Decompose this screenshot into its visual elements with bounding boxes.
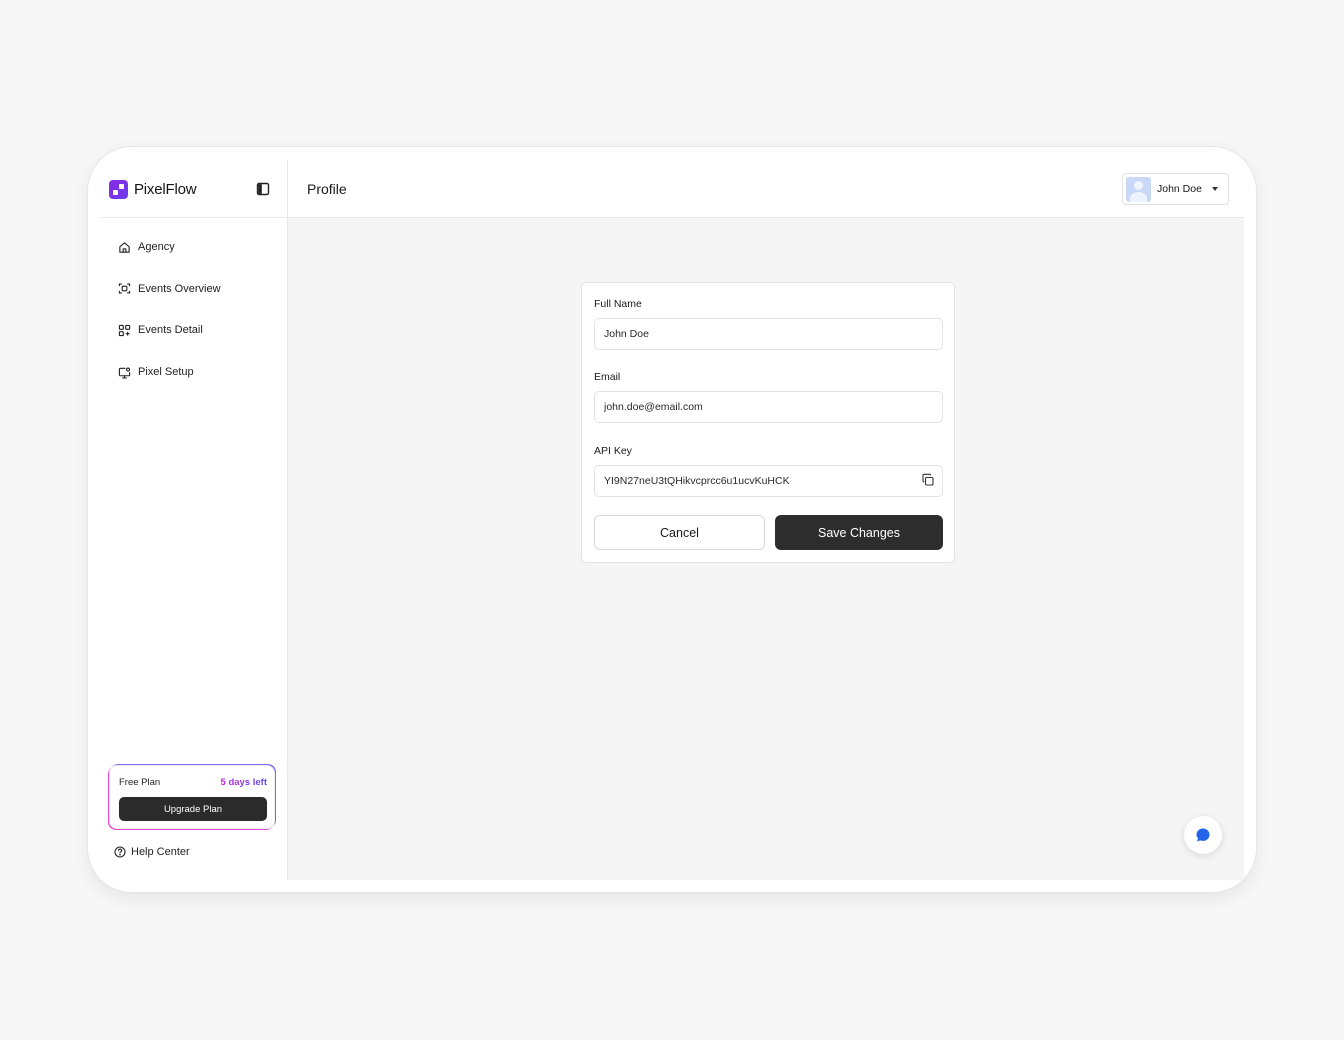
user-menu-dropdown[interactable]: John Doe (1122, 173, 1229, 205)
copy-api-key-button[interactable] (921, 473, 935, 487)
help-center-label: Help Center (131, 846, 190, 858)
grid-icon (118, 324, 131, 337)
sidebar: PixelFlow Agency Events Overview Events … (100, 160, 288, 880)
sidebar-nav: Agency Events Overview Events Detail Pix… (100, 232, 288, 399)
sidebar-item-pixel-setup[interactable]: Pixel Setup (100, 357, 288, 387)
chevron-down-icon (1211, 187, 1218, 191)
sidebar-item-label: Events Overview (138, 282, 221, 295)
sidebar-item-events-detail[interactable]: Events Detail (100, 315, 288, 345)
sidebar-item-label: Pixel Setup (138, 366, 194, 379)
chat-bubble-icon (1196, 828, 1210, 842)
plan-days-left: 5 days left (220, 777, 267, 788)
brand-name: PixelFlow (134, 181, 197, 198)
top-header: Profile John Doe (288, 160, 1244, 218)
monitor-settings-icon (118, 367, 131, 379)
avatar (1126, 176, 1151, 202)
email-label: Email (594, 371, 621, 383)
api-key-input[interactable] (594, 465, 943, 497)
brand[interactable]: PixelFlow (109, 180, 197, 199)
save-changes-button[interactable]: Save Changes (775, 515, 943, 550)
sidebar-toggle-icon (256, 182, 270, 196)
sidebar-item-events-overview[interactable]: Events Overview (100, 274, 288, 304)
sidebar-collapse-button[interactable] (256, 182, 270, 196)
user-name: John Doe (1157, 183, 1202, 195)
full-name-input[interactable] (594, 318, 943, 350)
full-name-label: Full Name (594, 298, 642, 310)
pixelflow-logo-icon (109, 180, 128, 199)
help-circle-icon (114, 846, 126, 858)
copy-icon (922, 473, 934, 486)
api-key-label: API Key (594, 445, 632, 457)
sidebar-item-label: Agency (138, 241, 175, 253)
email-input[interactable] (594, 391, 943, 423)
help-center-link[interactable]: Help Center (114, 846, 190, 858)
sidebar-item-label: Events Detail (138, 324, 203, 337)
upgrade-plan-button[interactable]: Upgrade Plan (119, 797, 267, 821)
plan-row: Free Plan 5 days left (119, 777, 267, 788)
sidebar-item-agency[interactable]: Agency (100, 232, 288, 262)
scan-icon (118, 283, 131, 294)
chat-button[interactable] (1184, 816, 1222, 854)
cancel-button[interactable]: Cancel (594, 515, 765, 550)
plan-name: Free Plan (119, 777, 161, 788)
plan-card: Free Plan 5 days left Upgrade Plan (109, 765, 275, 829)
app-window: PixelFlow Agency Events Overview Events … (100, 160, 1244, 880)
sidebar-divider (100, 217, 288, 218)
home-icon (119, 241, 130, 253)
profile-form-card: Full Name Email API Key Cancel Save Chan… (581, 282, 955, 563)
page-title: Profile (307, 181, 347, 197)
